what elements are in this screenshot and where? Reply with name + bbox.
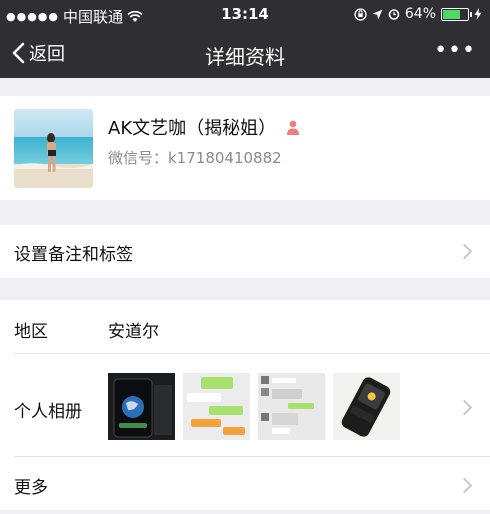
battery-icon [441, 7, 472, 21]
album-thumbnail[interactable] [333, 373, 400, 440]
more-label: 更多 [14, 478, 48, 498]
alarm-clock-icon [388, 9, 400, 20]
album-thumbnail[interactable] [108, 373, 175, 440]
page-title: 详细资料 [205, 45, 285, 69]
region-label: 地区 [14, 322, 48, 342]
status-bar: ●●●●● 中国联通 13:14 64% [0, 0, 490, 30]
avatar[interactable] [14, 109, 93, 188]
divider [14, 353, 490, 354]
female-person-icon [287, 120, 300, 135]
region-value: 安道尔 [108, 322, 159, 342]
status-right: 64% [354, 6, 482, 22]
profile-nickname: AK文艺咖（揭秘姐） [108, 118, 277, 139]
album-label: 个人相册 [14, 402, 82, 422]
album-thumbnail[interactable] [258, 373, 325, 440]
profile-nickname-row: AK文艺咖（揭秘姐） [108, 114, 300, 140]
chevron-right-icon [456, 477, 473, 494]
remark-label: 设置备注和标签 [14, 245, 133, 265]
orientation-lock-icon [354, 7, 367, 21]
more-options-button[interactable]: ••• [434, 38, 476, 63]
chevron-right-icon [456, 243, 473, 260]
battery-nub [470, 11, 472, 17]
avatar-beach-photo [14, 109, 93, 188]
album-thumbnails[interactable] [108, 373, 400, 440]
profile-card[interactable]: AK文艺咖（揭秘姐） 微信号：k17180410882 [0, 96, 490, 200]
chevron-right-icon [456, 399, 473, 416]
charging-bolt-icon [474, 8, 482, 20]
album-thumbnail[interactable] [183, 373, 250, 440]
divider [14, 456, 490, 457]
location-arrow-icon [372, 9, 383, 19]
set-remark-and-tags-row[interactable]: 设置备注和标签 [0, 225, 490, 278]
battery-percent: 64% [404, 6, 436, 22]
info-card: 地区 安道尔 个人相册 更多 [0, 300, 490, 510]
wechat-id: 微信号：k17180410882 [108, 149, 282, 167]
battery-fill [443, 9, 460, 19]
navigation-bar: 返回 详细资料 ••• [0, 30, 490, 78]
